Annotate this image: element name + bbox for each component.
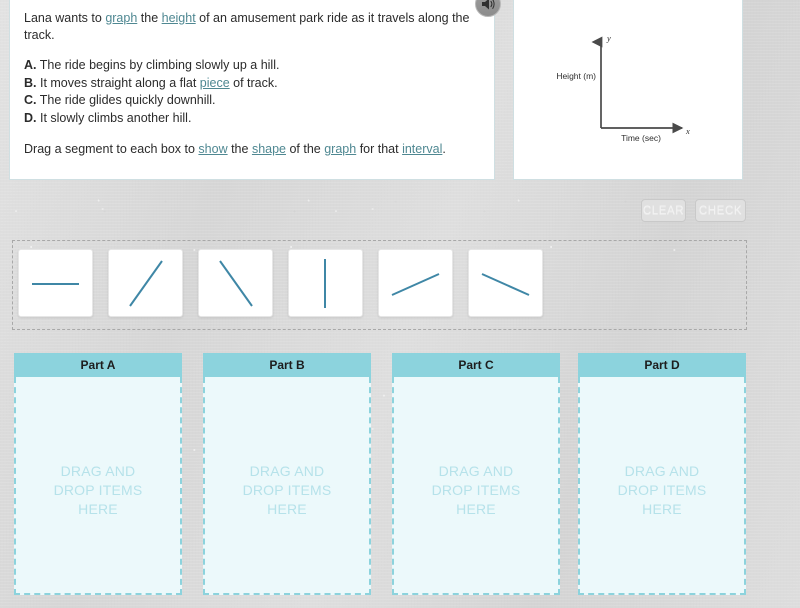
drop-zone-part-d-title: Part D	[578, 353, 746, 377]
question-intro-paragraph: Lana wants to graph the height of an amu…	[24, 10, 480, 43]
instruction-part-3: of the	[286, 142, 325, 156]
segment-shallow-up[interactable]	[378, 249, 453, 317]
choice-b-text-before: It moves straight along a flat	[36, 75, 200, 90]
glossary-link-show[interactable]: show	[198, 142, 227, 156]
segment-shallow-down-icon	[481, 273, 530, 296]
x-axis-tip-label: x	[685, 126, 690, 136]
glossary-link-interval[interactable]: interval	[402, 142, 442, 156]
choice-d-letter: D.	[24, 110, 37, 125]
drop-zone-part-b-title: Part B	[203, 353, 371, 377]
segment-shallow-down[interactable]	[468, 249, 543, 317]
segment-shallow-up-icon	[391, 273, 440, 296]
segment-horizontal[interactable]	[18, 249, 93, 317]
drop-zone-part-d-placeholder: DRAG AND DROP ITEMS HERE	[617, 462, 707, 517]
instruction-paragraph: Drag a segment to each box to show the s…	[24, 141, 480, 158]
graph-panel: Height (m) Time (sec) y x	[513, 0, 743, 180]
drop-zone-part-a-title: Part A	[14, 353, 182, 377]
choice-c: C. The ride glides quickly downhill.	[24, 92, 480, 109]
glossary-link-graph-2[interactable]: graph	[324, 142, 356, 156]
segment-steep-down[interactable]	[198, 249, 273, 317]
choice-a-letter: A.	[24, 58, 37, 72]
drop-zone-part-b-placeholder: DRAG AND DROP ITEMS HERE	[242, 462, 332, 517]
instruction-part-4: for that	[356, 142, 403, 156]
drop-zone-part-c-placeholder: DRAG AND DROP ITEMS HERE	[431, 462, 521, 517]
intro-text-start: Lana wants to	[24, 11, 106, 25]
drop-zone-part-c[interactable]: Part C DRAG AND DROP ITEMS HERE	[392, 353, 560, 595]
check-button[interactable]: CHECK	[695, 199, 746, 222]
y-axis-tip-label: y	[606, 33, 611, 43]
y-axis-label: Height (m)	[556, 71, 596, 81]
speaker-icon	[482, 0, 495, 10]
glossary-link-graph[interactable]: graph	[105, 11, 137, 25]
choice-a: A. The ride begins by climbing slowly up…	[24, 57, 480, 74]
segment-vertical[interactable]	[288, 249, 363, 317]
segment-tray	[12, 240, 747, 330]
drop-zone-part-b-body[interactable]: DRAG AND DROP ITEMS HERE	[203, 377, 371, 595]
segment-steep-down-icon	[219, 260, 253, 307]
question-panel: Lana wants to graph the height of an amu…	[9, 0, 495, 180]
segment-steep-up-icon	[129, 260, 163, 307]
segment-steep-up[interactable]	[108, 249, 183, 317]
drop-zone-part-a-body[interactable]: DRAG AND DROP ITEMS HERE	[14, 377, 182, 595]
clear-button[interactable]: CLEAR	[641, 199, 686, 222]
top-section: Lana wants to graph the height of an amu…	[0, 0, 800, 182]
choice-d: D. It slowly climbs another hill.	[24, 110, 480, 127]
x-axis-label: Time (sec)	[621, 133, 661, 143]
choice-c-text: The ride glides quickly downhill.	[36, 93, 216, 107]
segment-vertical-icon	[324, 259, 326, 308]
instruction-part-1: Drag a segment to each box to	[24, 142, 199, 156]
choice-d-text: It slowly climbs another hill.	[36, 110, 192, 125]
drop-zone-part-b[interactable]: Part B DRAG AND DROP ITEMS HERE	[203, 353, 371, 595]
glossary-link-height[interactable]: height	[162, 11, 196, 25]
segment-tray-items	[18, 249, 543, 317]
choice-c-letter: C.	[24, 93, 37, 107]
drop-zone-part-c-title: Part C	[392, 353, 560, 377]
drop-zone-part-c-body[interactable]: DRAG AND DROP ITEMS HERE	[392, 377, 560, 595]
action-button-row: CLEAR CHECK	[0, 199, 800, 223]
instruction-part-2: the	[227, 142, 252, 156]
question-text: Lana wants to graph the height of an amu…	[24, 10, 480, 158]
drop-zone-part-d-body[interactable]: DRAG AND DROP ITEMS HERE	[578, 377, 746, 595]
coordinate-axes-graphic: Height (m) Time (sec) y x	[556, 33, 690, 143]
choice-a-text: The ride begins by climbing slowly up a …	[36, 58, 280, 72]
drop-zone-part-a-placeholder: DRAG AND DROP ITEMS HERE	[53, 462, 143, 517]
choice-b-text-after: of track.	[229, 75, 278, 90]
drop-zone-part-a[interactable]: Part A DRAG AND DROP ITEMS HERE	[14, 353, 182, 595]
glossary-link-piece[interactable]: piece	[200, 76, 230, 90]
segment-horizontal-icon	[32, 283, 79, 285]
choice-b-letter: B.	[24, 75, 37, 90]
choice-b: B. It moves straight along a flat piece …	[24, 75, 480, 92]
glossary-link-shape[interactable]: shape	[252, 142, 286, 156]
intro-text-mid: the	[137, 11, 162, 25]
drop-zone-part-d[interactable]: Part D DRAG AND DROP ITEMS HERE	[578, 353, 746, 595]
drop-zone-row: Part A DRAG AND DROP ITEMS HERE Part B DRA…	[0, 353, 800, 598]
instruction-part-5: .	[442, 142, 446, 156]
